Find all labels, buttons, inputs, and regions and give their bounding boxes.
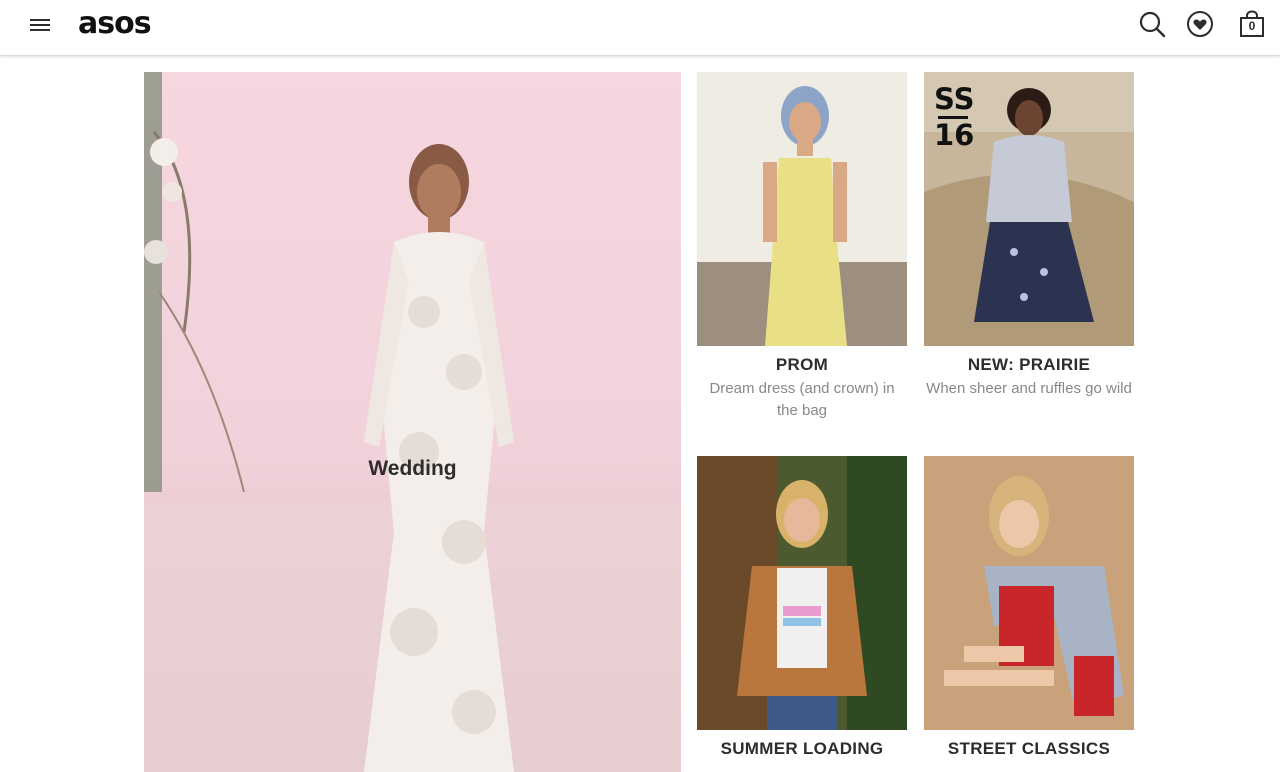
street-classics-image — [924, 456, 1134, 730]
hero-label: Wedding — [368, 457, 457, 480]
tile-description: When sheer and ruffles go wild — [926, 380, 1132, 397]
heart-icon[interactable] — [1186, 10, 1214, 38]
site-header: asos 0 — [0, 0, 1280, 56]
ss16-badge: SS 16 — [934, 82, 975, 152]
asos-logo[interactable]: asos — [78, 6, 152, 42]
tile-title: NEW: PRAIRIE — [967, 355, 1091, 374]
prairie-image: SS 16 — [924, 72, 1134, 346]
tile-title: PROM — [775, 355, 829, 374]
tile-new-prairie[interactable]: SS 16 NEW: PRAIRIE When sheer and ruffle… — [924, 72, 1134, 400]
hero-model-lace-dress-image — [364, 144, 514, 772]
tile-title: SUMMER LOADING — [720, 739, 884, 758]
menu-icon[interactable] — [30, 16, 50, 34]
tile-description: Dream dress (and crown) in the bag — [709, 380, 895, 419]
badge-top: SS — [934, 82, 975, 116]
prom-image — [697, 72, 907, 346]
bag-count: 0 — [1248, 19, 1256, 33]
tile-summer-loading[interactable]: SUMMER LOADING — [697, 456, 907, 759]
badge-bottom: 16 — [934, 118, 975, 152]
hero-tile-wedding[interactable]: Wedding — [144, 72, 681, 772]
tile-street-classics[interactable]: STREET CLASSICS — [924, 456, 1134, 759]
bag-icon[interactable]: 0 — [1238, 10, 1266, 38]
summer-loading-image — [697, 456, 907, 730]
hero-flower-branch-image — [144, 72, 245, 492]
tile-prom[interactable]: PROM Dream dress (and crown) in the bag — [697, 72, 907, 422]
search-icon[interactable] — [1138, 10, 1166, 38]
tile-title: STREET CLASSICS — [947, 739, 1111, 758]
